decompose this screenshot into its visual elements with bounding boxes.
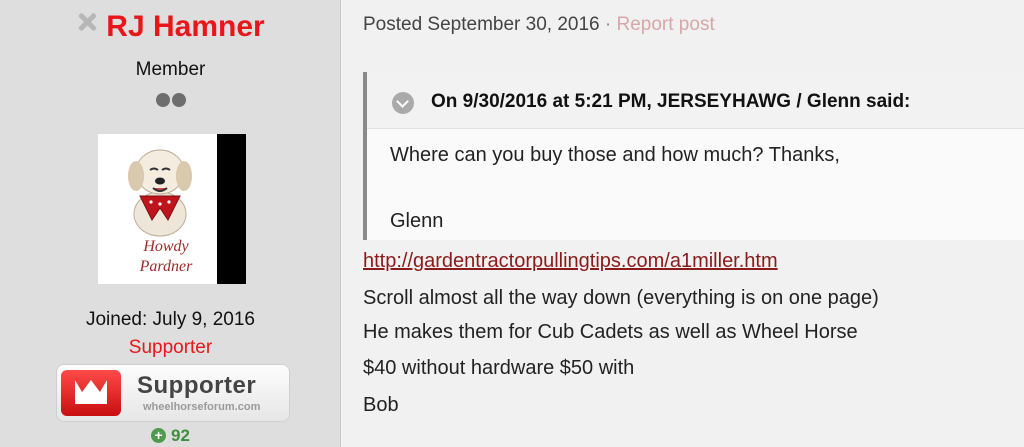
author-panel: RJ Hamner Member Howdy Pardner Joined: J… [0, 0, 341, 447]
post-text-line: Scroll almost all the way down (everythi… [363, 287, 879, 309]
quote-text: Glenn [390, 210, 444, 232]
avatar-strip [217, 134, 246, 284]
crown-icon [61, 370, 121, 416]
post-text-line: He makes them for Cub Cadets as well as … [363, 321, 858, 343]
avatar[interactable]: Howdy Pardner [98, 134, 246, 284]
author-group: Member [135, 59, 206, 80]
badge-site: wheelhorseforum.com [143, 401, 261, 413]
chevron-down-icon[interactable] [392, 92, 414, 114]
post-text-line: $40 without hardware $50 with [363, 357, 635, 379]
author-name[interactable]: RJ Hamner [106, 10, 264, 43]
post-link-line: http://gardentractorpullingtips.com/a1mi… [363, 250, 778, 273]
report-post-link[interactable]: Report post [617, 14, 715, 35]
reputation-count: 92 [171, 426, 190, 445]
author-name-row: RJ Hamner [0, 10, 341, 44]
member-title: Supporter [128, 337, 213, 358]
post-text-line: Bob [363, 394, 399, 416]
badge-label: Supporter [137, 372, 257, 399]
quote-citation: On 9/30/2016 at 5:21 PM, JERSEYHAWG / Gl… [431, 91, 911, 112]
quote-text: Where can you buy those and how much? Th… [390, 144, 840, 166]
puppy-avatar-icon [128, 149, 192, 237]
rank-pips [0, 93, 341, 112]
rank-pip-icon [171, 93, 186, 107]
avatar-caption-line: Pardner [139, 258, 193, 275]
quote-header: On 9/30/2016 at 5:21 PM, JERSEYHAWG / Gl… [367, 72, 1024, 129]
avatar-caption-line: Howdy [143, 238, 189, 255]
meta-separator: · [604, 14, 612, 35]
external-link[interactable]: http://gardentractorpullingtips.com/a1mi… [363, 250, 778, 272]
post-meta: Posted September 30, 2016 · Report post [363, 14, 715, 36]
rank-pip-icon [155, 93, 170, 107]
supporter-badge: Supporter wheelhorseforum.com [56, 364, 290, 422]
joined-date: Joined: July 9, 2016 [85, 309, 255, 330]
offline-x-icon [76, 11, 98, 33]
plus-circle-icon: + [151, 428, 167, 443]
reputation[interactable]: +92 [0, 426, 341, 446]
post-date: Posted September 30, 2016 [363, 14, 600, 35]
